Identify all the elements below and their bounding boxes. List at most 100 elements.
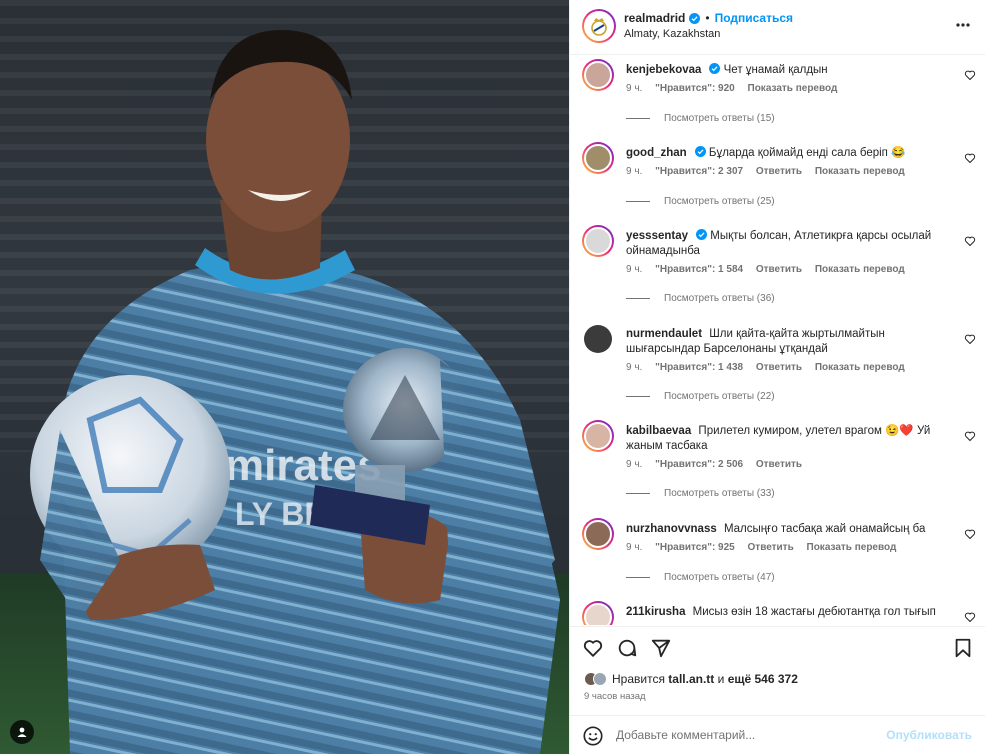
view-replies-label: Посмотреть ответы (15) bbox=[664, 113, 775, 124]
comment-meta: 9 ч. "Нравится": 2 506 Ответить bbox=[626, 459, 812, 470]
verified-badge-icon bbox=[689, 12, 701, 24]
comment-meta: 9 ч. "Нравится": 925 Ответить Показать п… bbox=[626, 542, 906, 553]
view-replies-link[interactable]: Посмотреть ответы (36) bbox=[626, 293, 775, 304]
comment-body: Чет ұнамай қалдын bbox=[723, 64, 828, 76]
comment-heart-icon[interactable] bbox=[964, 528, 976, 540]
reply-button[interactable]: Ответить bbox=[748, 542, 794, 553]
comment-body: Бұларда қоймайд енді сала беріп 😂 bbox=[708, 147, 906, 159]
likes-middle: и bbox=[717, 672, 725, 686]
comment-username[interactable]: good_zhan bbox=[626, 147, 687, 159]
account-avatar[interactable] bbox=[582, 9, 616, 43]
view-replies-link[interactable]: Посмотреть ответы (25) bbox=[626, 196, 775, 207]
commenter-avatar[interactable] bbox=[582, 601, 614, 625]
comment-text: yesssentay Мықты болсан, Атлетикрға қарс… bbox=[626, 229, 936, 259]
comment-username[interactable]: 211kirusha bbox=[626, 606, 685, 618]
replies-divider bbox=[626, 577, 650, 578]
comment-body: Мисыз өзін 18 жастағы дебютантқа гол тығ… bbox=[692, 606, 936, 618]
comment-time: 9 ч. bbox=[626, 362, 643, 373]
likes-count[interactable]: ещё 546 372 bbox=[728, 672, 798, 686]
commenter-avatar[interactable] bbox=[582, 420, 614, 452]
show-translation-link[interactable]: Показать перевод bbox=[815, 264, 905, 275]
comment-username[interactable]: yesssentay bbox=[626, 230, 688, 242]
comment-heart-icon[interactable] bbox=[964, 430, 976, 442]
likes-text: Нравится tall.an.tt и ещё 546 372 bbox=[612, 672, 798, 686]
comment-time: 9 ч. bbox=[626, 542, 643, 553]
comments-list[interactable]: kenjebekovaa Чет ұнамай қалдын 9 ч. "Нра… bbox=[570, 55, 985, 625]
post-header: realmadrid • Подписаться Almaty, Kazakhs… bbox=[570, 0, 985, 55]
commenter-avatar[interactable] bbox=[582, 323, 614, 355]
comment-likes[interactable]: "Нравится": 920 bbox=[655, 83, 735, 94]
comment-likes[interactable]: "Нравится": 2 506 bbox=[655, 459, 743, 470]
comment-time: 9 ч. bbox=[626, 264, 643, 275]
replies-divider bbox=[626, 298, 650, 299]
comment-text: nurmendaulet Шли қайта-қайта жыртылмайты… bbox=[626, 327, 936, 357]
bookmark-icon[interactable] bbox=[952, 637, 974, 659]
comment-heart-icon[interactable] bbox=[964, 152, 976, 164]
commenter-avatar[interactable] bbox=[582, 225, 614, 257]
comment-heart-icon[interactable] bbox=[964, 333, 976, 345]
post-side-panel: realmadrid • Подписаться Almaty, Kazakhs… bbox=[569, 0, 985, 754]
comment-text: nurzhanovvnass Малсыңғо тасбақа жай онам… bbox=[626, 522, 936, 537]
emoji-icon[interactable] bbox=[582, 725, 604, 747]
verified-badge-icon bbox=[694, 146, 706, 157]
comment-heart-icon[interactable] bbox=[964, 235, 976, 247]
comment-time: 9 ч. bbox=[626, 83, 643, 94]
post-location[interactable]: Almaty, Kazakhstan bbox=[624, 28, 720, 40]
more-options-button[interactable] bbox=[954, 16, 972, 34]
show-translation-link[interactable]: Показать перевод bbox=[807, 542, 897, 553]
comment-likes[interactable]: "Нравится": 1 438 bbox=[655, 362, 743, 373]
view-replies-label: Посмотреть ответы (22) bbox=[664, 391, 775, 402]
commenter-avatar[interactable] bbox=[582, 142, 614, 174]
view-replies-link[interactable]: Посмотреть ответы (22) bbox=[626, 391, 775, 402]
post-actions-bar bbox=[570, 626, 985, 666]
view-replies-link[interactable]: Посмотреть ответы (15) bbox=[626, 113, 775, 124]
heart-icon[interactable] bbox=[582, 637, 604, 659]
likes-summary[interactable]: Нравится tall.an.tt и ещё 546 372 bbox=[584, 670, 798, 688]
reply-button[interactable]: Ответить bbox=[756, 166, 802, 177]
post-photo[interactable]: mirates LY BET bbox=[0, 0, 569, 754]
comment-heart-icon[interactable] bbox=[964, 69, 976, 81]
tagged-people-button[interactable] bbox=[10, 720, 34, 744]
comment-username[interactable]: nurmendaulet bbox=[626, 328, 702, 340]
comment-meta: 9 ч. "Нравится": 1 584 Ответить Показать… bbox=[626, 264, 915, 275]
comment-username[interactable]: kabilbaevaa bbox=[626, 425, 691, 437]
reply-button[interactable]: Ответить bbox=[756, 362, 802, 373]
account-username[interactable]: realmadrid bbox=[624, 11, 685, 25]
likes-prefix: Нравится bbox=[612, 672, 665, 686]
club-crest-icon bbox=[591, 18, 607, 36]
liker-avatar bbox=[593, 672, 607, 686]
view-replies-link[interactable]: Посмотреть ответы (47) bbox=[626, 572, 775, 583]
comment-username[interactable]: nurzhanovvnass bbox=[626, 523, 717, 535]
view-replies-label: Посмотреть ответы (25) bbox=[664, 196, 775, 207]
photo-subject: mirates LY BET bbox=[30, 30, 560, 754]
show-translation-link[interactable]: Показать перевод bbox=[748, 83, 838, 94]
comment-meta: 9 ч. "Нравится": 2 307 Ответить Показать… bbox=[626, 166, 915, 177]
show-translation-link[interactable]: Показать перевод bbox=[815, 166, 905, 177]
comment-body: Малсыңғо тасбақа жай онамайсың ба bbox=[723, 523, 926, 535]
publish-comment-button[interactable]: Опубликовать bbox=[886, 728, 972, 742]
follow-button[interactable]: Подписаться bbox=[715, 11, 793, 25]
replies-divider bbox=[626, 118, 650, 119]
post-time[interactable]: 9 часов назад bbox=[584, 691, 646, 702]
verified-badge-icon bbox=[709, 63, 721, 74]
reply-button[interactable]: Ответить bbox=[756, 264, 802, 275]
view-replies-link[interactable]: Посмотреть ответы (33) bbox=[626, 488, 775, 499]
comment-likes[interactable]: "Нравится": 2 307 bbox=[655, 166, 743, 177]
person-icon bbox=[17, 727, 27, 737]
comment-likes[interactable]: "Нравится": 925 bbox=[655, 542, 735, 553]
comment-icon[interactable] bbox=[616, 637, 638, 659]
share-icon[interactable] bbox=[650, 637, 672, 659]
view-replies-label: Посмотреть ответы (47) bbox=[664, 572, 775, 583]
comment-likes[interactable]: "Нравится": 1 584 bbox=[655, 264, 743, 275]
verified-badge-icon bbox=[696, 229, 708, 240]
comment-meta: 9 ч. "Нравится": 1 438 Ответить Показать… bbox=[626, 362, 915, 373]
reply-button[interactable]: Ответить bbox=[756, 459, 802, 470]
show-translation-link[interactable]: Показать перевод bbox=[815, 362, 905, 373]
commenter-avatar[interactable] bbox=[582, 59, 614, 91]
account-line: realmadrid • Подписаться bbox=[624, 11, 793, 25]
comment-heart-icon[interactable] bbox=[964, 611, 976, 623]
comment-input[interactable] bbox=[616, 724, 876, 746]
commenter-avatar[interactable] bbox=[582, 518, 614, 550]
likes-user[interactable]: tall.an.tt bbox=[668, 672, 714, 686]
comment-username[interactable]: kenjebekovaa bbox=[626, 64, 701, 76]
